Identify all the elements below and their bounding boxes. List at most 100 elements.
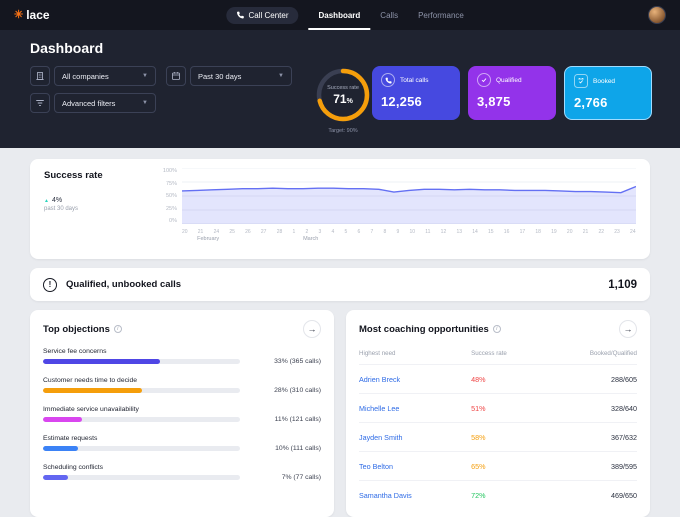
chart-delta: ▲ 4% <box>44 197 156 204</box>
objection-bar-track <box>43 388 240 393</box>
coach-name[interactable]: Samantha Davis <box>359 491 471 500</box>
coach-ratio: 389/595 <box>547 462 637 471</box>
main-content: Success rate ▲ 4% past 30 days 100% 75% 50… <box>0 148 680 517</box>
coach-ratio: 328/640 <box>547 404 637 413</box>
objection-item: Customer needs time to decide 28% (310 c… <box>43 377 321 394</box>
y-tick-label: 100% <box>163 168 177 174</box>
objection-bar-track <box>43 417 240 422</box>
companies-select-value: All companies <box>62 72 109 81</box>
month-label: March <box>303 236 318 242</box>
nav-tab-calls[interactable]: Calls <box>370 0 408 30</box>
objection-bar-fill <box>43 475 68 480</box>
advanced-filters-value: Advanced filters <box>62 99 115 108</box>
chart-x-axis: 2021242526272812345678910111213141516171… <box>182 224 636 235</box>
stat-card[interactable]: Total calls 12,256 <box>372 66 460 120</box>
table-row[interactable]: Adrien Breck 48% 288/605 <box>359 364 637 393</box>
table-row[interactable]: Jayden Smith 58% 367/632 <box>359 422 637 451</box>
y-tick-label: 75% <box>166 181 177 187</box>
info-icon[interactable]: i <box>114 325 122 333</box>
table-row[interactable]: Michelle Lee 51% 328/640 <box>359 393 637 422</box>
delta-value: 4% <box>52 197 62 204</box>
objection-bar-row: 7% (77 calls) <box>43 474 321 481</box>
bottom-row: Top objections i → Service fee concerns … <box>30 310 650 517</box>
chart-svg <box>182 168 636 224</box>
stat-value: 12,256 <box>381 94 451 109</box>
qualified-unbooked-card[interactable]: ! Qualified, unbooked calls 1,109 <box>30 268 650 301</box>
calendar-icon[interactable] <box>166 66 186 86</box>
call-center-label: Call Center <box>248 11 288 20</box>
gauge-target: Target: 90% <box>328 128 357 134</box>
coach-rate: 48% <box>471 375 547 384</box>
coaching-rows: Adrien Breck 48% 288/605 Michelle Lee 51… <box>359 364 637 509</box>
alert-icon: ! <box>43 278 57 292</box>
stat-label: Qualified <box>496 77 522 84</box>
date-filter-group: Past 30 days ▼ <box>166 66 292 86</box>
stat-card-head: Qualified <box>477 73 547 87</box>
page-title: Dashboard <box>30 40 650 56</box>
coach-rate: 65% <box>471 462 547 471</box>
objection-bar-track <box>43 475 240 480</box>
objection-item: Estimate requests 10% (111 calls) <box>43 435 321 452</box>
advanced-filters-select[interactable]: Advanced filters ▼ <box>54 93 156 113</box>
coach-name[interactable]: Teo Belton <box>359 462 471 471</box>
objection-bar-fill <box>43 417 82 422</box>
objection-bar-row: 28% (310 calls) <box>43 387 321 394</box>
stat-label: Booked <box>593 78 615 85</box>
topbar: ✳ lace Call Center Dashboard Calls Perfo… <box>0 0 680 30</box>
delta-caption: past 30 days <box>44 206 156 212</box>
objection-bar-fill <box>43 359 160 364</box>
stat-card-head: Total calls <box>381 73 451 87</box>
filter-line-1: All companies ▼ Past 30 days ▼ <box>30 66 292 86</box>
chevron-down-icon: ▼ <box>278 73 284 79</box>
y-tick-label: 50% <box>166 193 177 199</box>
info-icon[interactable]: i <box>493 325 501 333</box>
y-tick-label: 25% <box>166 206 177 212</box>
success-rate-chart-card: Success rate ▲ 4% past 30 days 100% 75% 50… <box>30 159 650 259</box>
stat-card[interactable]: Booked 2,766 <box>564 66 652 120</box>
table-row[interactable]: Samantha Davis 72% 469/650 <box>359 480 637 509</box>
coach-rate: 51% <box>471 404 547 413</box>
objection-bar-fill <box>43 388 142 393</box>
coach-name[interactable]: Jayden Smith <box>359 433 471 442</box>
top-navigation: Call Center Dashboard Calls Performance <box>226 0 473 30</box>
nav-tab-performance[interactable]: Performance <box>408 0 474 30</box>
gauge-value: 71% <box>333 92 353 106</box>
chart-left: Success rate ▲ 4% past 30 days <box>44 168 156 250</box>
filter-line-2: Advanced filters ▼ <box>30 93 292 113</box>
coach-rate: 58% <box>471 433 547 442</box>
coaching-card-head: Most coaching opportunities i → <box>359 320 637 338</box>
coaching-open-button[interactable]: → <box>619 320 637 338</box>
logo-icon: ✳ <box>14 10 23 21</box>
gauge-label: Success rate <box>327 85 359 91</box>
stat-card-head: Booked <box>574 74 642 88</box>
companies-select[interactable]: All companies ▼ <box>54 66 156 86</box>
trend-up-icon: ▲ <box>44 198 49 204</box>
objection-value: 7% (77 calls) <box>249 474 321 481</box>
objection-value: 11% (121 calls) <box>249 416 321 423</box>
chart-area <box>182 186 636 224</box>
objection-label: Service fee concerns <box>43 348 321 355</box>
logo: ✳ lace <box>14 8 50 22</box>
building-icon[interactable] <box>30 66 50 86</box>
gauge-text: Success rate 71% <box>314 66 372 124</box>
objections-open-button[interactable]: → <box>303 320 321 338</box>
stat-cards: Total calls 12,256 Qualified 3,875 <box>372 66 652 120</box>
avatar[interactable] <box>648 6 666 24</box>
coach-name[interactable]: Adrien Breck <box>359 375 471 384</box>
call-center-button[interactable]: Call Center <box>226 7 298 24</box>
stat-value: 2,766 <box>574 95 642 110</box>
stat-card[interactable]: Qualified 3,875 <box>468 66 556 120</box>
success-rate-gauge: Success rate 71% Target: 90% <box>314 66 372 134</box>
coach-name[interactable]: Michelle Lee <box>359 404 471 413</box>
stat-value: 3,875 <box>477 94 547 109</box>
coaching-title: Most coaching opportunities <box>359 324 489 335</box>
objection-bar-fill <box>43 446 78 451</box>
table-row[interactable]: Teo Belton 65% 389/595 <box>359 451 637 480</box>
filter-icon[interactable] <box>30 93 50 113</box>
top-objections-card: Top objections i → Service fee concerns … <box>30 310 334 517</box>
date-range-select[interactable]: Past 30 days ▼ <box>190 66 292 86</box>
coach-rate: 72% <box>471 491 547 500</box>
objection-item: Service fee concerns 33% (365 calls) <box>43 348 321 365</box>
chart-month-labels: FebruaryMarch <box>182 235 636 244</box>
nav-tab-dashboard[interactable]: Dashboard <box>309 0 371 30</box>
